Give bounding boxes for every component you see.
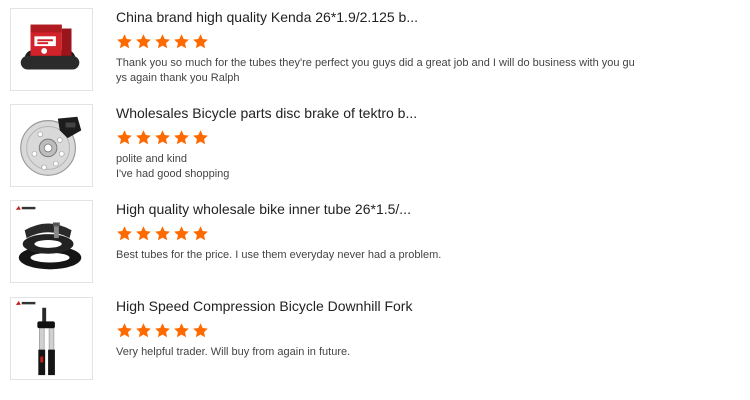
comment-line: Best tubes for the price. I use them eve…: [116, 249, 442, 261]
star-icon: [192, 322, 209, 340]
star-icon: [116, 33, 133, 51]
star-icon: [154, 33, 171, 51]
star-icon: [192, 33, 209, 51]
star-icon: [116, 225, 133, 243]
bike-tube-box-icon: [20, 24, 80, 70]
star-icon: [192, 225, 209, 243]
review-content: High quality wholesale bike inner tube 2…: [116, 200, 676, 263]
star-icon: [173, 129, 190, 147]
comment-line: polite and kind: [116, 153, 187, 165]
product-title[interactable]: High quality wholesale bike inner tube 2…: [116, 200, 676, 218]
star-icon: [173, 225, 190, 243]
product-thumbnail[interactable]: [10, 104, 93, 187]
star-icon: [135, 225, 152, 243]
review-comment: polite and kind I've had good shopping: [116, 152, 676, 182]
product-title[interactable]: China brand high quality Kenda 26*1.9/2.…: [116, 8, 676, 26]
star-rating: [116, 225, 676, 243]
star-icon: [135, 322, 152, 340]
review-content: China brand high quality Kenda 26*1.9/2.…: [116, 8, 676, 86]
inner-tube-icon: [14, 205, 82, 270]
review-comment: Best tubes for the price. I use them eve…: [116, 248, 676, 263]
star-icon: [192, 129, 209, 147]
star-rating: [116, 129, 676, 147]
review-content: High Speed Compression Bicycle Downhill …: [116, 297, 676, 360]
star-icon: [154, 322, 171, 340]
star-icon: [154, 129, 171, 147]
product-thumbnail[interactable]: [10, 200, 93, 283]
star-icon: [116, 129, 133, 147]
star-rating: [116, 322, 676, 340]
review-comment: Thank you so much for the tubes they're …: [116, 56, 676, 86]
star-icon: [154, 225, 171, 243]
product-thumbnail[interactable]: [10, 297, 93, 380]
comment-line: Thank you so much for the tubes they're …: [116, 57, 635, 69]
comment-line: I've had good shopping: [116, 168, 230, 180]
star-icon: [173, 33, 190, 51]
product-title[interactable]: Wholesales Bicycle parts disc brake of t…: [116, 104, 676, 122]
star-icon: [116, 322, 133, 340]
review-content: Wholesales Bicycle parts disc brake of t…: [116, 104, 676, 182]
disc-brake-icon: [20, 116, 82, 176]
star-icon: [135, 33, 152, 51]
comment-line: ys again thank you Ralph: [116, 72, 240, 84]
review-comment: Very helpful trader. Will buy from again…: [116, 345, 676, 360]
star-icon: [173, 322, 190, 340]
product-title[interactable]: High Speed Compression Bicycle Downhill …: [116, 297, 676, 315]
suspension-fork-icon: [14, 300, 55, 376]
star-rating: [116, 33, 676, 51]
product-thumbnail[interactable]: [10, 8, 93, 91]
comment-line: Very helpful trader. Will buy from again…: [116, 346, 351, 358]
star-icon: [135, 129, 152, 147]
